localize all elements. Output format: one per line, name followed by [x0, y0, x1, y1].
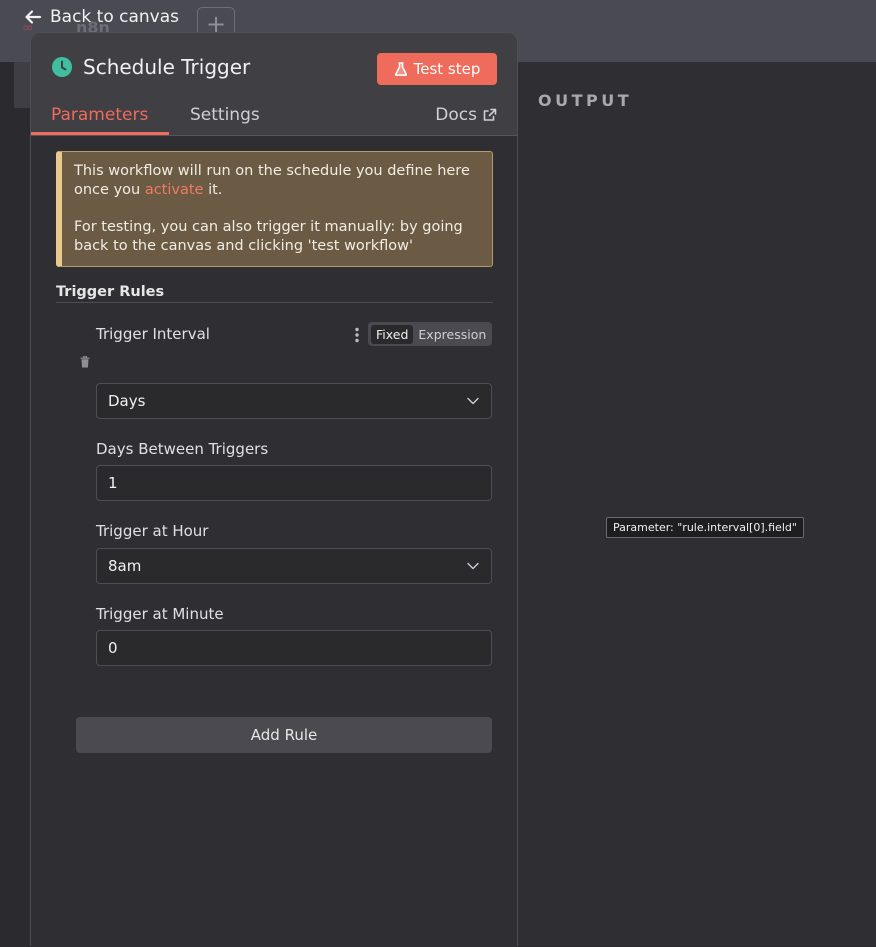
- external-link-icon: [483, 108, 497, 121]
- trigger-at-minute-value: 0: [108, 639, 118, 657]
- days-between-triggers-label: Days Between Triggers: [96, 440, 269, 458]
- output-pane: [518, 62, 876, 946]
- notice-line-2: For testing, you can also trigger it man…: [74, 219, 463, 254]
- test-step-label: Test step: [413, 60, 481, 78]
- trigger-interval-label: Trigger Interval: [96, 325, 210, 343]
- trigger-at-hour-value: 8am: [108, 557, 142, 575]
- trigger-at-minute-input[interactable]: 0: [96, 630, 492, 666]
- tab-parameters[interactable]: Parameters: [51, 105, 148, 125]
- docs-link[interactable]: Docs: [435, 105, 497, 125]
- parameters-body: This workflow will run on the schedule y…: [31, 136, 517, 947]
- notice-text: This workflow will run on the schedule y…: [74, 163, 470, 198]
- trigger-rules-title: Trigger Rules: [56, 284, 165, 300]
- flask-icon: [394, 62, 407, 76]
- chevron-down-icon: [467, 562, 479, 570]
- trigger-interval-select[interactable]: Days: [96, 383, 492, 419]
- panel-header: Schedule Trigger: [51, 55, 250, 79]
- days-between-triggers-input[interactable]: 1: [96, 465, 492, 501]
- node-title: Schedule Trigger: [83, 55, 251, 79]
- test-step-button[interactable]: Test step: [377, 53, 497, 85]
- section-divider: [56, 302, 493, 303]
- trigger-at-hour-select[interactable]: 8am: [96, 548, 492, 584]
- tab-settings[interactable]: Settings: [190, 105, 260, 125]
- docs-label: Docs: [435, 105, 477, 125]
- active-tab-indicator: [31, 132, 169, 135]
- fixed-expression-toggle: Fixed Expression: [368, 322, 492, 346]
- node-parameters-panel: Schedule Trigger Test step Parameters Se…: [30, 32, 518, 947]
- activation-notice: This workflow will run on the schedule y…: [56, 151, 493, 267]
- parameter-tooltip: Parameter: "rule.interval[0].field": [606, 517, 804, 538]
- back-to-canvas-label: Back to canvas: [50, 7, 180, 27]
- parameter-options-icon[interactable]: [355, 327, 359, 343]
- activate-link[interactable]: activate: [145, 182, 204, 198]
- back-to-canvas-link[interactable]: Back to canvas: [24, 7, 179, 27]
- output-label: OUTPUT: [538, 91, 633, 110]
- notice-text-end: it.: [203, 182, 223, 198]
- trigger-interval-value: Days: [108, 392, 146, 410]
- panel-tabs: Parameters Settings Docs: [31, 99, 517, 136]
- chevron-down-icon: [467, 397, 479, 405]
- mode-expression-option[interactable]: Expression: [413, 325, 491, 344]
- notice-line-1: This workflow will run on the schedule y…: [74, 162, 480, 200]
- clock-icon: [52, 57, 72, 77]
- mode-fixed-option[interactable]: Fixed: [371, 324, 414, 344]
- add-rule-button[interactable]: Add Rule: [76, 717, 492, 753]
- trash-icon[interactable]: [80, 356, 90, 368]
- days-between-triggers-value: 1: [108, 474, 118, 492]
- arrow-left-icon: [25, 10, 42, 24]
- trigger-at-hour-label: Trigger at Hour: [96, 522, 209, 540]
- trigger-at-minute-label: Trigger at Minute: [96, 605, 224, 623]
